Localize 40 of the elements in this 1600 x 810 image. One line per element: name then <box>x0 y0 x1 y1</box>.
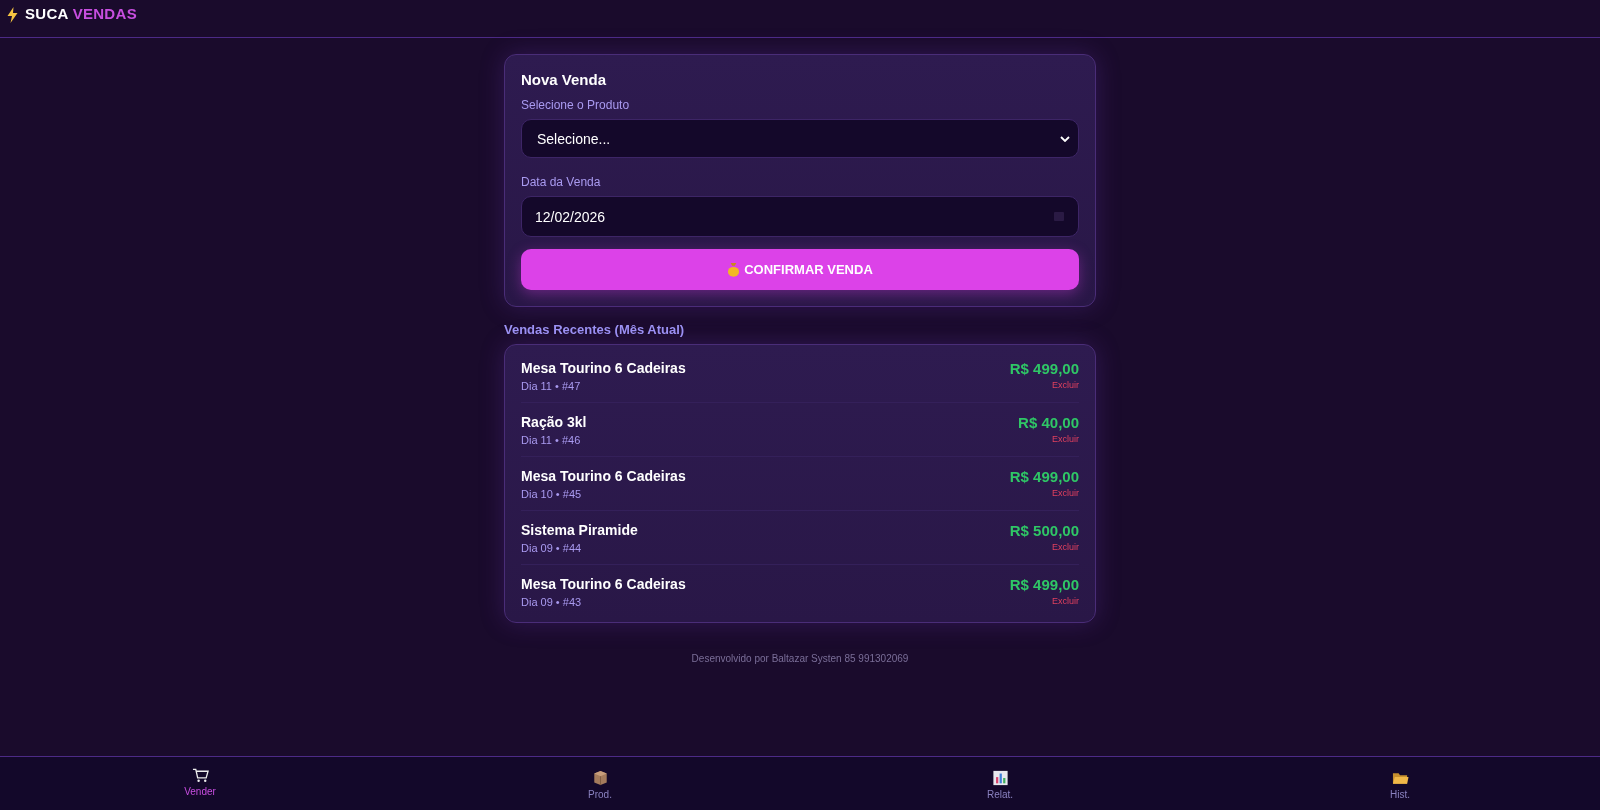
nav-tab[interactable]: Vender <box>170 766 230 797</box>
footer-text: Desenvolvido por Baltazar Systen 85 991302069 <box>691 653 909 664</box>
sale-price: R$ 500,00 <box>1009 522 1079 539</box>
bar-chart-icon <box>991 769 1009 786</box>
product-name: Sistema Piramide <box>521 522 638 538</box>
sale-meta: Dia 09 • #44 <box>521 542 583 554</box>
lightning-icon <box>6 7 19 23</box>
delete-link[interactable]: Excluir <box>1052 596 1079 606</box>
product-select[interactable]: Selecione... <box>521 119 1079 158</box>
cart-icon <box>191 766 209 783</box>
nav-tab[interactable]: Relat. <box>970 767 1030 800</box>
form-title: Nova Venda <box>521 71 608 88</box>
nav-tab[interactable]: Hist. <box>1370 767 1430 800</box>
delete-link[interactable]: Excluir <box>1052 380 1079 390</box>
app-logo: SUCA VENDAS <box>25 5 137 22</box>
delete-link[interactable]: Excluir <box>1052 488 1079 498</box>
delete-link[interactable]: Excluir <box>1052 434 1079 444</box>
sale-meta: Dia 11 • #47 <box>521 380 582 392</box>
product-name: Mesa Tourino 6 Cadeiras <box>521 360 686 376</box>
field-label: Data da Venda <box>521 175 602 189</box>
date-field[interactable]: 12/02/2026 <box>521 196 1079 237</box>
sale-price: R$ 40,00 <box>1018 414 1079 431</box>
section-title: Vendas Recentes (Mês Atual) <box>504 322 686 337</box>
sale-price: R$ 499,00 <box>1009 468 1079 485</box>
product-name: Ração 3kl <box>521 414 587 430</box>
product-name: Mesa Tourino 6 Cadeiras <box>521 468 686 484</box>
money-bag-icon <box>727 262 741 277</box>
calendar-icon[interactable] <box>1053 210 1065 222</box>
sale-meta: Dia 11 • #46 <box>521 434 582 446</box>
box-icon <box>591 769 609 786</box>
delete-link[interactable]: Excluir <box>1052 542 1079 552</box>
sale-price: R$ 499,00 <box>1009 576 1079 593</box>
confirm-sale-button[interactable]: CONFIRMAR VENDA <box>521 249 1079 290</box>
chevron-down-icon <box>1060 135 1070 142</box>
product-name: Mesa Tourino 6 Cadeiras <box>521 576 686 592</box>
sale-meta: Dia 10 • #45 <box>521 488 583 500</box>
sale-meta: Dia 09 • #43 <box>521 596 583 608</box>
sale-price: R$ 499,00 <box>1009 360 1079 377</box>
field-label: Selecione o Produto <box>521 98 631 112</box>
nav-tab[interactable]: Prod. <box>570 767 630 800</box>
